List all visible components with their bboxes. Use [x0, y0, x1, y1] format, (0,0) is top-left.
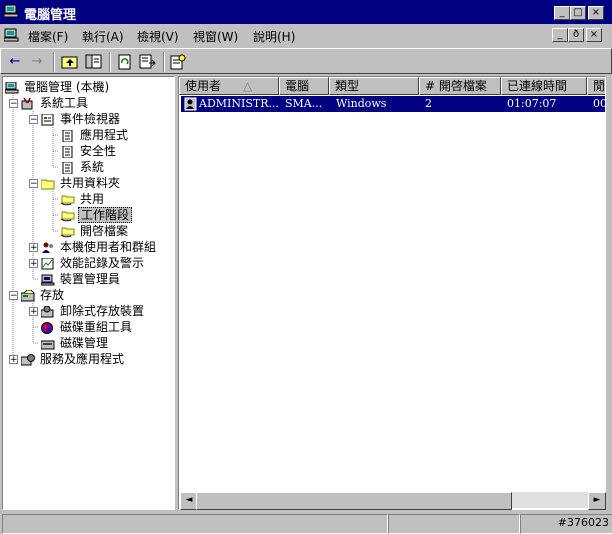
- tree-node-shares[interactable]: 共用: [61, 191, 106, 207]
- back-button[interactable]: ←: [5, 52, 25, 72]
- mdi-close-button[interactable]: ×: [586, 28, 602, 42]
- open-files-folder-icon: [61, 227, 75, 237]
- tree-node-security-log[interactable]: 安全性: [61, 143, 118, 159]
- menu-action[interactable]: 執行(A): [82, 28, 124, 45]
- disk-management-icon: [41, 340, 55, 349]
- column-header-connected-time[interactable]: 已連線時間: [501, 77, 587, 95]
- collapse-toggle[interactable]: −: [9, 99, 18, 109]
- toolbar-separator: [109, 52, 111, 72]
- shared-folder-icon: [61, 195, 75, 205]
- tree-node-local-users[interactable]: 本機使用者和群組: [41, 239, 158, 255]
- status-pane-right: #376023: [520, 514, 612, 534]
- tree-node-sessions[interactable]: 工作階段: [61, 207, 133, 223]
- expand-toggle[interactable]: +: [29, 243, 38, 253]
- sort-ascending-icon: △: [243, 79, 253, 93]
- tree-node-defrag[interactable]: 磁碟重組工具: [41, 319, 134, 335]
- tree-node-disk-management[interactable]: 磁碟管理: [41, 335, 110, 351]
- show-tree-icon[interactable]: [85, 54, 103, 70]
- menu-file[interactable]: 檔案(F): [28, 28, 68, 45]
- computer-management-icon: [4, 4, 19, 18]
- status-pane-middle: [388, 514, 520, 534]
- collapse-toggle[interactable]: −: [29, 115, 38, 125]
- menu-help[interactable]: 說明(H): [253, 28, 295, 45]
- collapse-toggle[interactable]: −: [9, 291, 18, 301]
- export-icon[interactable]: [139, 54, 157, 70]
- properties-icon[interactable]: [169, 54, 187, 70]
- tree-node-services-apps[interactable]: 服務及應用程式: [21, 351, 126, 367]
- tree-node-application-log[interactable]: 應用程式: [61, 127, 130, 143]
- status-pane-main: [2, 514, 388, 534]
- title-bar[interactable]: 電腦管理 _ □ ×: [0, 0, 612, 24]
- event-viewer-icon: [41, 113, 54, 125]
- tree-label-root: 電腦管理 (本機): [24, 80, 110, 94]
- tree-node-open-files[interactable]: 開啓檔案: [61, 223, 130, 239]
- computer-management-icon: [5, 81, 19, 93]
- expand-toggle[interactable]: +: [29, 259, 38, 269]
- window-title: 電腦管理: [24, 8, 77, 23]
- log-icon: [62, 161, 73, 174]
- tree-label-sessions-selected: 工作階段: [78, 207, 133, 223]
- expand-toggle[interactable]: +: [29, 307, 38, 317]
- tree-node-device-manager[interactable]: 裝置管理員: [41, 271, 122, 287]
- toolbar: ← →: [0, 48, 612, 74]
- toolbar-separator: [163, 52, 165, 72]
- tree-node-root[interactable]: 電腦管理 (本機): [5, 79, 111, 95]
- horizontal-scrollbar[interactable]: ◄ ►: [180, 492, 606, 510]
- details-list[interactable]: 使用者 △ 電腦 類型 # 開啓檔案 已連線時間 閒 ADMINISTR... S…: [178, 76, 606, 510]
- scroll-right-button[interactable]: ►: [588, 492, 606, 510]
- cell-connected-time: 01:07:07: [507, 97, 557, 110]
- expand-toggle[interactable]: +: [9, 355, 18, 365]
- tree-node-removable-storage[interactable]: 卸除式存放裝置: [41, 303, 146, 319]
- console-tree[interactable]: 電腦管理 (本機) − 系統工具 − 事件檢視器 應用程式 安全性 系統 − 共…: [2, 76, 175, 510]
- device-manager-icon: [41, 274, 55, 285]
- cell-idle-time: 00: [593, 97, 606, 110]
- refresh-icon[interactable]: [117, 54, 133, 70]
- log-icon: [62, 145, 73, 158]
- cell-user: ADMINISTR...: [199, 97, 279, 110]
- users-icon: [42, 242, 53, 253]
- scroll-thumb[interactable]: [196, 492, 512, 510]
- tree-node-event-viewer[interactable]: 事件檢視器: [41, 111, 122, 127]
- defrag-icon: [41, 321, 53, 334]
- menu-bar: 檔案(F) 執行(A) 檢視(V) 視窗(W) 說明(H): [0, 24, 612, 46]
- folder-icon: [41, 179, 55, 189]
- mdi-document-icon[interactable]: [4, 28, 20, 42]
- toolbar-separator: [53, 52, 55, 72]
- list-header: 使用者 △ 電腦 類型 # 開啓檔案 已連線時間 閒: [179, 77, 605, 95]
- close-button[interactable]: ×: [588, 6, 604, 20]
- tree-node-system-tools[interactable]: 系統工具: [21, 95, 90, 111]
- tree-node-system-log[interactable]: 系統: [61, 159, 106, 175]
- menu-window[interactable]: 視窗(W): [193, 28, 238, 45]
- up-folder-icon[interactable]: [61, 54, 79, 70]
- services-icon: [21, 353, 35, 365]
- table-row[interactable]: ADMINISTR... SMA... Windows 2 01:07:07 0…: [181, 96, 605, 112]
- forward-button[interactable]: →: [27, 52, 47, 72]
- tools-icon: [21, 97, 33, 109]
- minimize-button[interactable]: _: [554, 6, 570, 20]
- column-header-user[interactable]: 使用者 △: [179, 77, 279, 95]
- column-header-computer[interactable]: 電腦: [279, 77, 329, 95]
- mdi-restore-button[interactable]: ð: [568, 28, 584, 42]
- mdi-minimize-button[interactable]: _: [552, 28, 568, 42]
- status-bar: #376023: [0, 512, 612, 534]
- tree-node-shared-folders[interactable]: 共用資料夾: [41, 175, 122, 191]
- cell-type: Windows: [336, 97, 387, 110]
- menu-view[interactable]: 檢視(V): [137, 28, 179, 45]
- storage-icon: [21, 289, 35, 301]
- session-user-icon: [184, 97, 197, 111]
- collapse-toggle[interactable]: −: [29, 179, 38, 189]
- removable-storage-icon: [41, 305, 54, 317]
- cell-open-files: 2: [425, 97, 432, 110]
- log-icon: [62, 129, 73, 142]
- performance-icon: [41, 257, 54, 269]
- column-header-type[interactable]: 類型: [329, 77, 419, 95]
- sessions-folder-icon: [61, 211, 75, 221]
- tree-node-storage[interactable]: 存放: [21, 287, 66, 303]
- maximize-button[interactable]: □: [570, 6, 586, 20]
- tree-node-perf-logs[interactable]: 效能記錄及警示: [41, 255, 146, 271]
- cell-computer: SMA...: [285, 97, 323, 110]
- column-header-idle-time[interactable]: 閒: [587, 77, 605, 95]
- column-header-open-files[interactable]: # 開啓檔案: [419, 77, 501, 95]
